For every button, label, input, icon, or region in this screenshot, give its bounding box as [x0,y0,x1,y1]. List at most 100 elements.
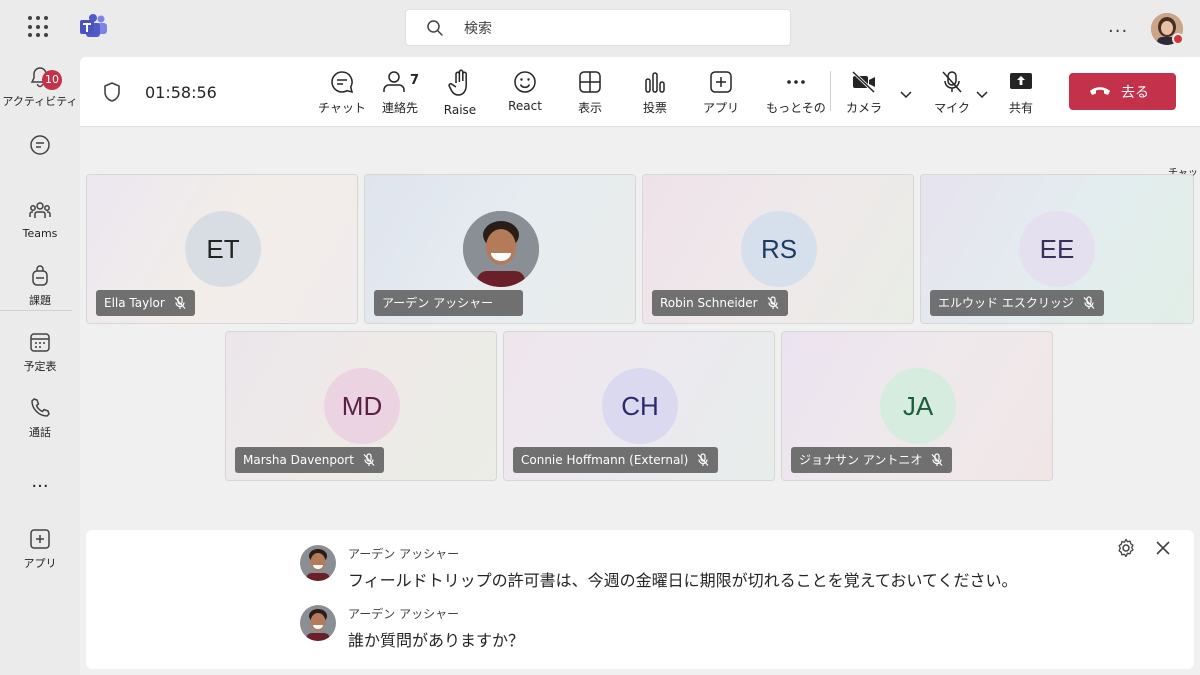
mic-off-icon [174,296,186,309]
teams-logo-icon [80,14,108,44]
calendar-icon [30,333,50,352]
raise-hand-label: Raise [443,103,477,117]
avatar: CH [602,368,678,444]
mic-label: マイク [934,101,970,115]
avatar: MD [324,368,400,444]
mic-off-icon [363,453,375,466]
emoji-icon [514,71,536,93]
poll-button[interactable]: 投票 [627,69,683,116]
mic-off-icon [1083,296,1095,309]
share-label: 共有 [1008,101,1033,115]
backpack-icon [32,265,48,286]
call-controls-bar: 01:58:56 チャット 7 連絡先 Raise React 表示 投票 アプ… [80,57,1200,127]
participant-name: アーデン アッシャー [374,290,524,316]
camera-off-icon [851,70,876,94]
participant-tile[interactable]: RS Robin Schneider [642,174,914,324]
react-button[interactable]: React [497,69,553,113]
avatar-photo [463,211,539,287]
leave-button[interactable]: 去る [1069,73,1176,110]
mic-off-icon [697,453,709,466]
participant-name: エルウッド エスクリッジ [930,290,1104,316]
meeting-timer: 01:58:56 [145,83,217,102]
rail-item-label: 予定表 [23,360,57,373]
leave-label: 去る [1121,85,1149,101]
participant-name: Robin Schneider [652,290,788,316]
camera-button[interactable]: カメラ [840,69,888,116]
react-label: React [508,99,542,113]
participant-tile[interactable]: ET Ella Taylor [86,174,358,324]
search-input[interactable]: 検索 [405,9,791,46]
participant-name-label: アーデン アッシャー [382,296,494,310]
avatar [300,545,336,581]
share-button[interactable]: 共有 [997,69,1045,116]
participant-name-label: Robin Schneider [660,296,758,310]
mic-off-icon [931,453,943,466]
shield-icon[interactable] [102,81,122,103]
rail-item-calendar[interactable]: 予定表 [0,330,80,374]
phone-icon [31,398,50,417]
chat-icon [331,71,354,94]
participant-name: Marsha Davenport [235,447,384,473]
activity-badge: 10 [42,70,62,90]
mic-options-chevron-icon[interactable] [975,87,989,101]
chat-bubble-icon [30,135,50,155]
participant-tile[interactable]: EE エルウッド エスクリッジ [920,174,1194,324]
camera-options-chevron-icon[interactable] [899,87,913,101]
participant-name-label: Ella Taylor [104,296,165,310]
participant-name-label: ジョナサン アントニオ [799,453,923,467]
view-button[interactable]: 表示 [562,69,618,116]
rail-item-label: アクティビティ [2,95,78,108]
participant-name: ジョナサン アントニオ [791,447,953,473]
more-icon [787,80,805,84]
rail-item-calls[interactable]: 通話 [0,396,80,440]
add-app-icon [710,71,732,93]
search-icon [427,20,443,36]
poll-label: 投票 [642,101,667,115]
participant-name: Connie Hoffmann (External) [513,447,719,473]
participant-count: 7 [410,73,420,88]
participant-tile[interactable]: アーデン アッシャー [364,174,636,324]
avatar: RS [741,211,817,287]
rail-item-activity[interactable]: 10 アクティビティ [0,65,80,109]
gear-icon[interactable] [1116,538,1136,558]
apps-label: アプリ [702,101,739,115]
message-text: フィールドトリップの許可書は、今週の金曜日に期限が切れることを覚えておいてくださ… [348,571,1018,590]
people-button[interactable]: 7 連絡先 [370,69,430,116]
rail-more-button[interactable]: ... [0,471,80,492]
view-label: 表示 [577,101,602,115]
mic-off-icon [942,71,962,93]
poll-icon [645,72,665,93]
rail-item-chat[interactable] [0,133,80,161]
close-icon[interactable] [1154,539,1172,557]
rail-item-teams[interactable]: Teams [0,199,80,240]
raise-hand-icon [448,69,467,96]
rail-item-label: 通話 [29,426,51,439]
participant-name: Ella Taylor [96,290,195,316]
meeting-stage: 01:58:56 チャット 7 連絡先 Raise React 表示 投票 アプ… [80,57,1200,675]
chat-button[interactable]: チャット [312,69,372,116]
camera-label: カメラ [845,101,882,115]
avatar: EE [1019,211,1095,287]
message-sender: アーデン アッシャー [348,607,460,621]
participant-name-label: エルウッド エスクリッジ [938,296,1074,310]
message-sender: アーデン アッシャー [348,547,460,561]
search-placeholder: 検索 [464,21,492,37]
more-actions-button[interactable]: もっとその [758,69,834,116]
participant-name-label: Connie Hoffmann (External) [521,453,689,467]
waffle-icon[interactable] [28,16,50,38]
rail-divider [0,297,72,311]
rail-item-apps[interactable]: アプリ [0,527,80,571]
participant-tile[interactable]: MD Marsha Davenport [225,331,497,481]
share-screen-icon [1010,73,1032,89]
chat-button-label: チャット [318,101,366,115]
participant-name-label: Marsha Davenport [243,453,354,467]
raise-hand-button[interactable]: Raise [432,69,488,117]
grid-view-icon [579,71,601,93]
participant-tile[interactable]: CH Connie Hoffmann (External) [503,331,775,481]
apps-button[interactable]: アプリ [693,69,749,116]
more-actions-label: もっとその [766,101,826,115]
mic-button[interactable]: マイク [928,69,976,116]
participant-tile[interactable]: JA ジョナサン アントニオ [781,331,1053,481]
more-options-button[interactable]: ... [1108,16,1128,37]
avatar [300,605,336,641]
